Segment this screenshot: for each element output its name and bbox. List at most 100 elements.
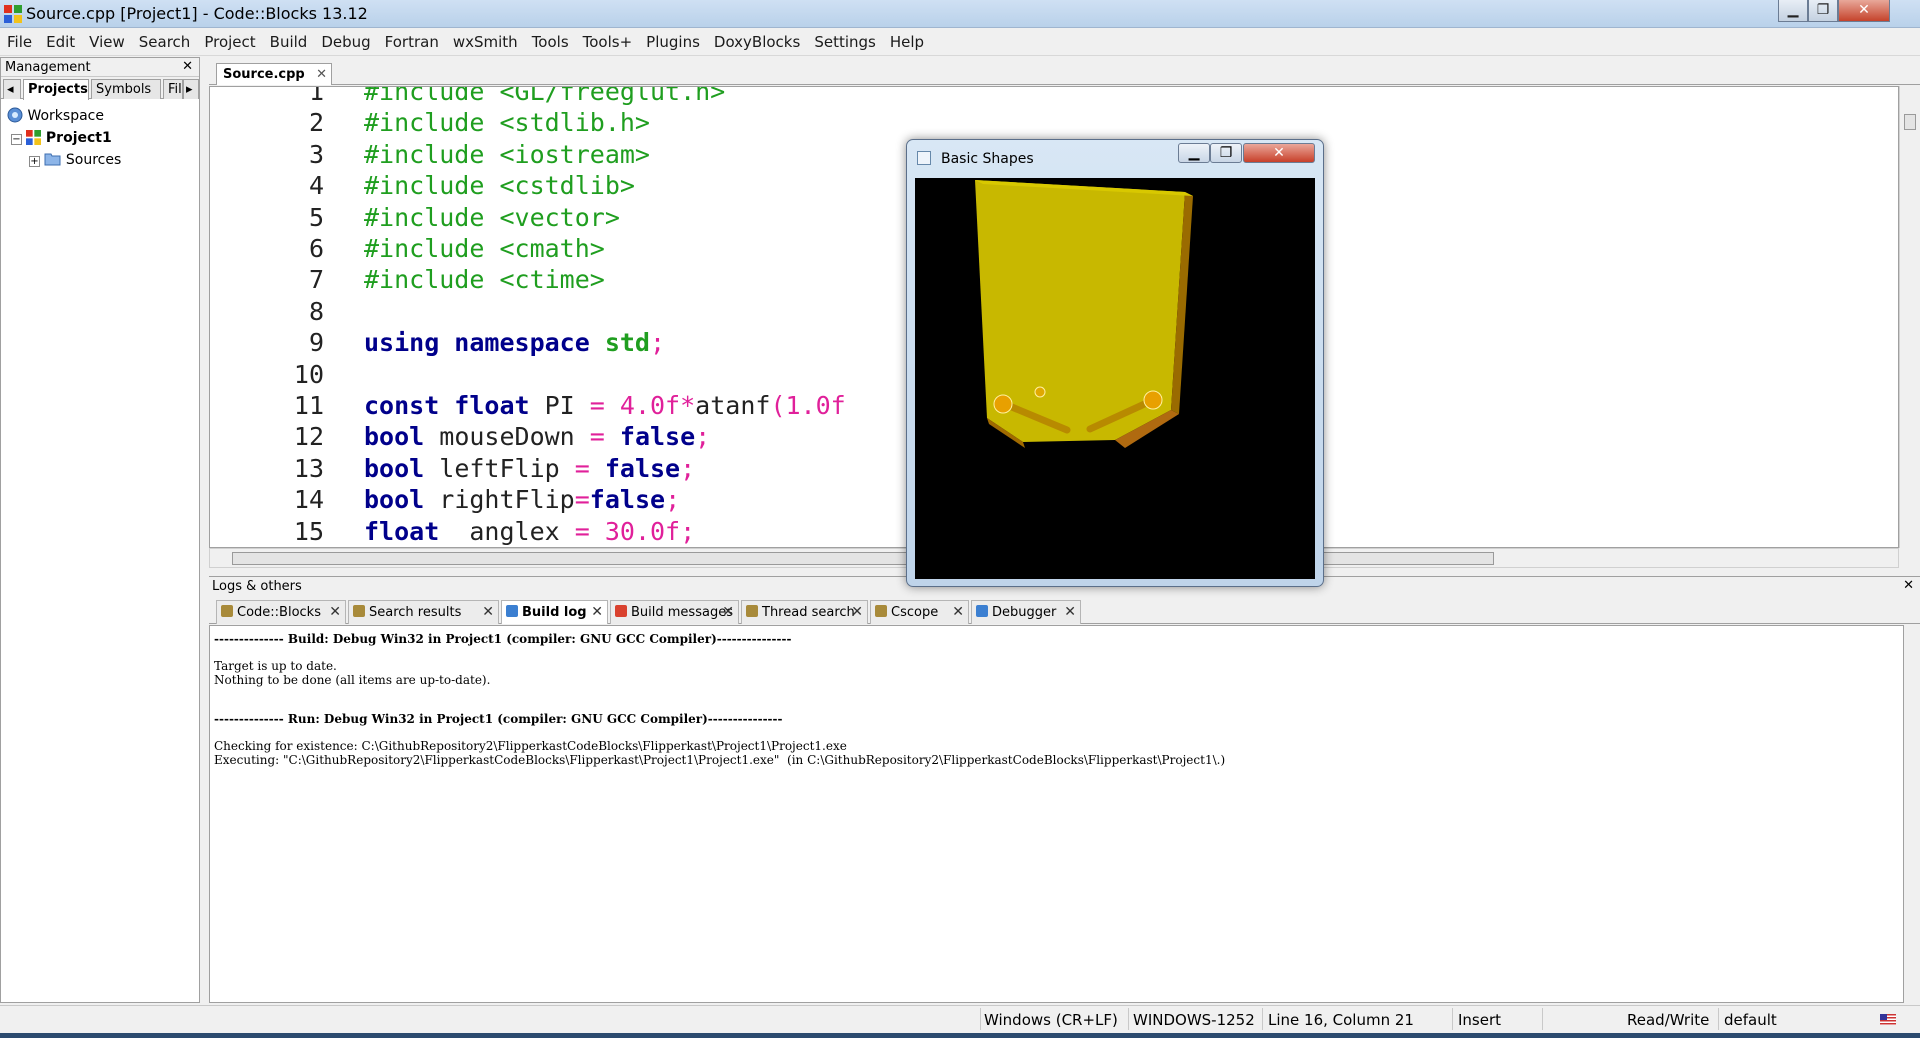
window-app-icon <box>917 151 931 165</box>
log-tab-build-messages[interactable]: Build messages ✕ <box>610 600 739 624</box>
log-tab-close-icon[interactable]: ✕ <box>722 604 734 620</box>
basic-shapes-maximize-button[interactable]: ❐ <box>1210 143 1242 163</box>
taskbar-strip <box>0 1033 1920 1038</box>
management-title: Management <box>5 60 91 75</box>
log-tab-search-results[interactable]: Search results ✕ <box>348 600 499 624</box>
menu-view[interactable]: View <box>82 29 132 55</box>
tab-symbols[interactable]: Symbols <box>91 79 161 99</box>
vertical-scroll-thumb[interactable] <box>1904 114 1916 130</box>
status-separator <box>1542 1008 1543 1030</box>
menu-tools[interactable]: Tools <box>525 29 576 55</box>
line-number: 2 <box>308 108 324 138</box>
log-tab-label: Build log <box>522 605 587 620</box>
tab-files[interactable]: Fil <box>163 79 183 99</box>
menu-file[interactable]: File <box>0 29 39 55</box>
code-line: #include <ctime> <box>364 265 605 294</box>
line-number: 5 <box>308 202 324 232</box>
expand-icon[interactable]: + <box>29 156 40 167</box>
menu-project[interactable]: Project <box>197 29 262 55</box>
code-token: PI <box>544 391 590 420</box>
management-close-icon[interactable]: ✕ <box>182 59 193 74</box>
log-tab-close-icon[interactable]: ✕ <box>952 604 964 620</box>
minimize-button[interactable]: ▁ <box>1778 0 1808 22</box>
menu-tools-plus[interactable]: Tools+ <box>576 29 640 55</box>
code-line: #include <cstdlib> <box>364 171 635 200</box>
status-separator <box>1262 1008 1263 1030</box>
basic-shapes-minimize-button[interactable]: ▁ <box>1178 143 1210 163</box>
tree-sources[interactable]: + Sources <box>29 150 121 170</box>
menu-edit[interactable]: Edit <box>39 29 82 55</box>
log-line: -------------- Build: Debug Win32 in Pro… <box>214 632 792 646</box>
tree-project1-label: Project1 <box>45 130 112 146</box>
tab-scroll-right-icon[interactable]: ▸ <box>183 79 199 99</box>
code-token: std <box>604 328 650 358</box>
logs-title: Logs & others <box>212 579 302 594</box>
close-button[interactable]: ✕ <box>1838 0 1890 22</box>
menu-search[interactable]: Search <box>132 29 198 55</box>
code-line: bool leftFlip = false; <box>364 454 695 483</box>
menu-help[interactable]: Help <box>883 29 931 55</box>
log-tab-debugger[interactable]: Debugger ✕ <box>971 600 1081 624</box>
menu-build[interactable]: Build <box>263 29 315 55</box>
language-flag-icon[interactable] <box>1880 1014 1896 1025</box>
log-tab-label: Debugger <box>992 605 1057 620</box>
tree-sources-label: Sources <box>65 152 122 168</box>
code-line: bool mouseDown = false; <box>364 422 710 451</box>
menu-wxsmith[interactable]: wxSmith <box>446 29 525 55</box>
menu-fortran[interactable]: Fortran <box>378 29 446 55</box>
status-encoding: WINDOWS-1252 <box>1133 1011 1255 1029</box>
management-header: Management ✕ <box>1 58 199 77</box>
editor-tab-close-icon[interactable]: ✕ <box>316 67 327 82</box>
tree-project1[interactable]: − Project1 <box>11 128 112 148</box>
thread-search-icon <box>746 605 758 617</box>
log-line: Nothing to be done (all items are up-to-… <box>214 672 491 687</box>
basic-shapes-window[interactable]: Basic Shapes ▁ ❐ ✕ <box>906 139 1324 587</box>
code-token: atanf <box>695 391 771 420</box>
log-tab-close-icon[interactable]: ✕ <box>851 604 863 620</box>
build-log-output[interactable]: -------------- Build: Debug Win32 in Pro… <box>209 625 1904 1003</box>
status-position: Line 16, Column 21 <box>1268 1011 1414 1029</box>
line-number: 11 <box>293 391 324 420</box>
code-token: using namespace <box>364 328 605 358</box>
status-separator <box>1452 1008 1453 1030</box>
code-token: #include <iostream> <box>364 139 650 169</box>
code-token: (1.0f <box>770 391 846 420</box>
code-token: 4.0f <box>619 391 681 420</box>
menu-debug[interactable]: Debug <box>314 29 377 55</box>
tree-workspace[interactable]: Workspace <box>7 106 104 126</box>
log-tab-close-icon[interactable]: ✕ <box>329 604 341 620</box>
title-bar: Source.cpp [Project1] - Code::Blocks 13.… <box>0 0 1920 28</box>
log-tab-close-icon[interactable]: ✕ <box>1064 604 1076 620</box>
log-tab-cscope[interactable]: Cscope ✕ <box>870 600 969 624</box>
code-token: #include <ctime> <box>364 265 605 295</box>
maximize-button[interactable]: ❐ <box>1808 0 1838 22</box>
log-tab-build-log[interactable]: Build log ✕ <box>501 600 608 624</box>
folder-open-icon <box>44 153 61 166</box>
code-token: false <box>589 485 666 515</box>
menu-plugins[interactable]: Plugins <box>639 29 707 55</box>
collapse-icon[interactable]: − <box>11 134 22 145</box>
log-tab-code-blocks[interactable]: Code::Blocks ✕ <box>216 600 346 624</box>
basic-shapes-title: Basic Shapes <box>941 151 1034 167</box>
tab-scroll-left-icon[interactable]: ◂ <box>3 79 21 99</box>
menu-doxyblocks[interactable]: DoxyBlocks <box>707 29 807 55</box>
status-access: Read/Write <box>1627 1011 1710 1029</box>
code-token: #include <cmath> <box>364 234 605 263</box>
basic-shapes-close-button[interactable]: ✕ <box>1243 143 1315 163</box>
opengl-canvas[interactable] <box>915 178 1315 579</box>
editor-tab-bar: Source.cpp ✕ <box>209 57 1920 85</box>
log-tab-close-icon[interactable]: ✕ <box>482 604 494 620</box>
management-tabs: ◂ Projects Symbols Fil ▸ <box>1 77 199 100</box>
menu-settings[interactable]: Settings <box>807 29 883 55</box>
line-number: 1 <box>308 86 324 106</box>
logs-close-icon[interactable]: ✕ <box>1903 578 1914 593</box>
code-token: bool <box>364 422 440 452</box>
line-number: 7 <box>308 265 324 295</box>
tab-projects[interactable]: Projects <box>23 79 89 100</box>
editor-vertical-scrollbar[interactable] <box>1899 86 1919 548</box>
log-tab-label: Cscope <box>891 605 939 620</box>
tab-source-cpp[interactable]: Source.cpp ✕ <box>216 63 332 85</box>
log-tab-thread-search[interactable]: Thread search ✕ <box>741 600 868 624</box>
pinball-board-render <box>975 180 1193 448</box>
log-tab-close-icon[interactable]: ✕ <box>591 604 603 620</box>
